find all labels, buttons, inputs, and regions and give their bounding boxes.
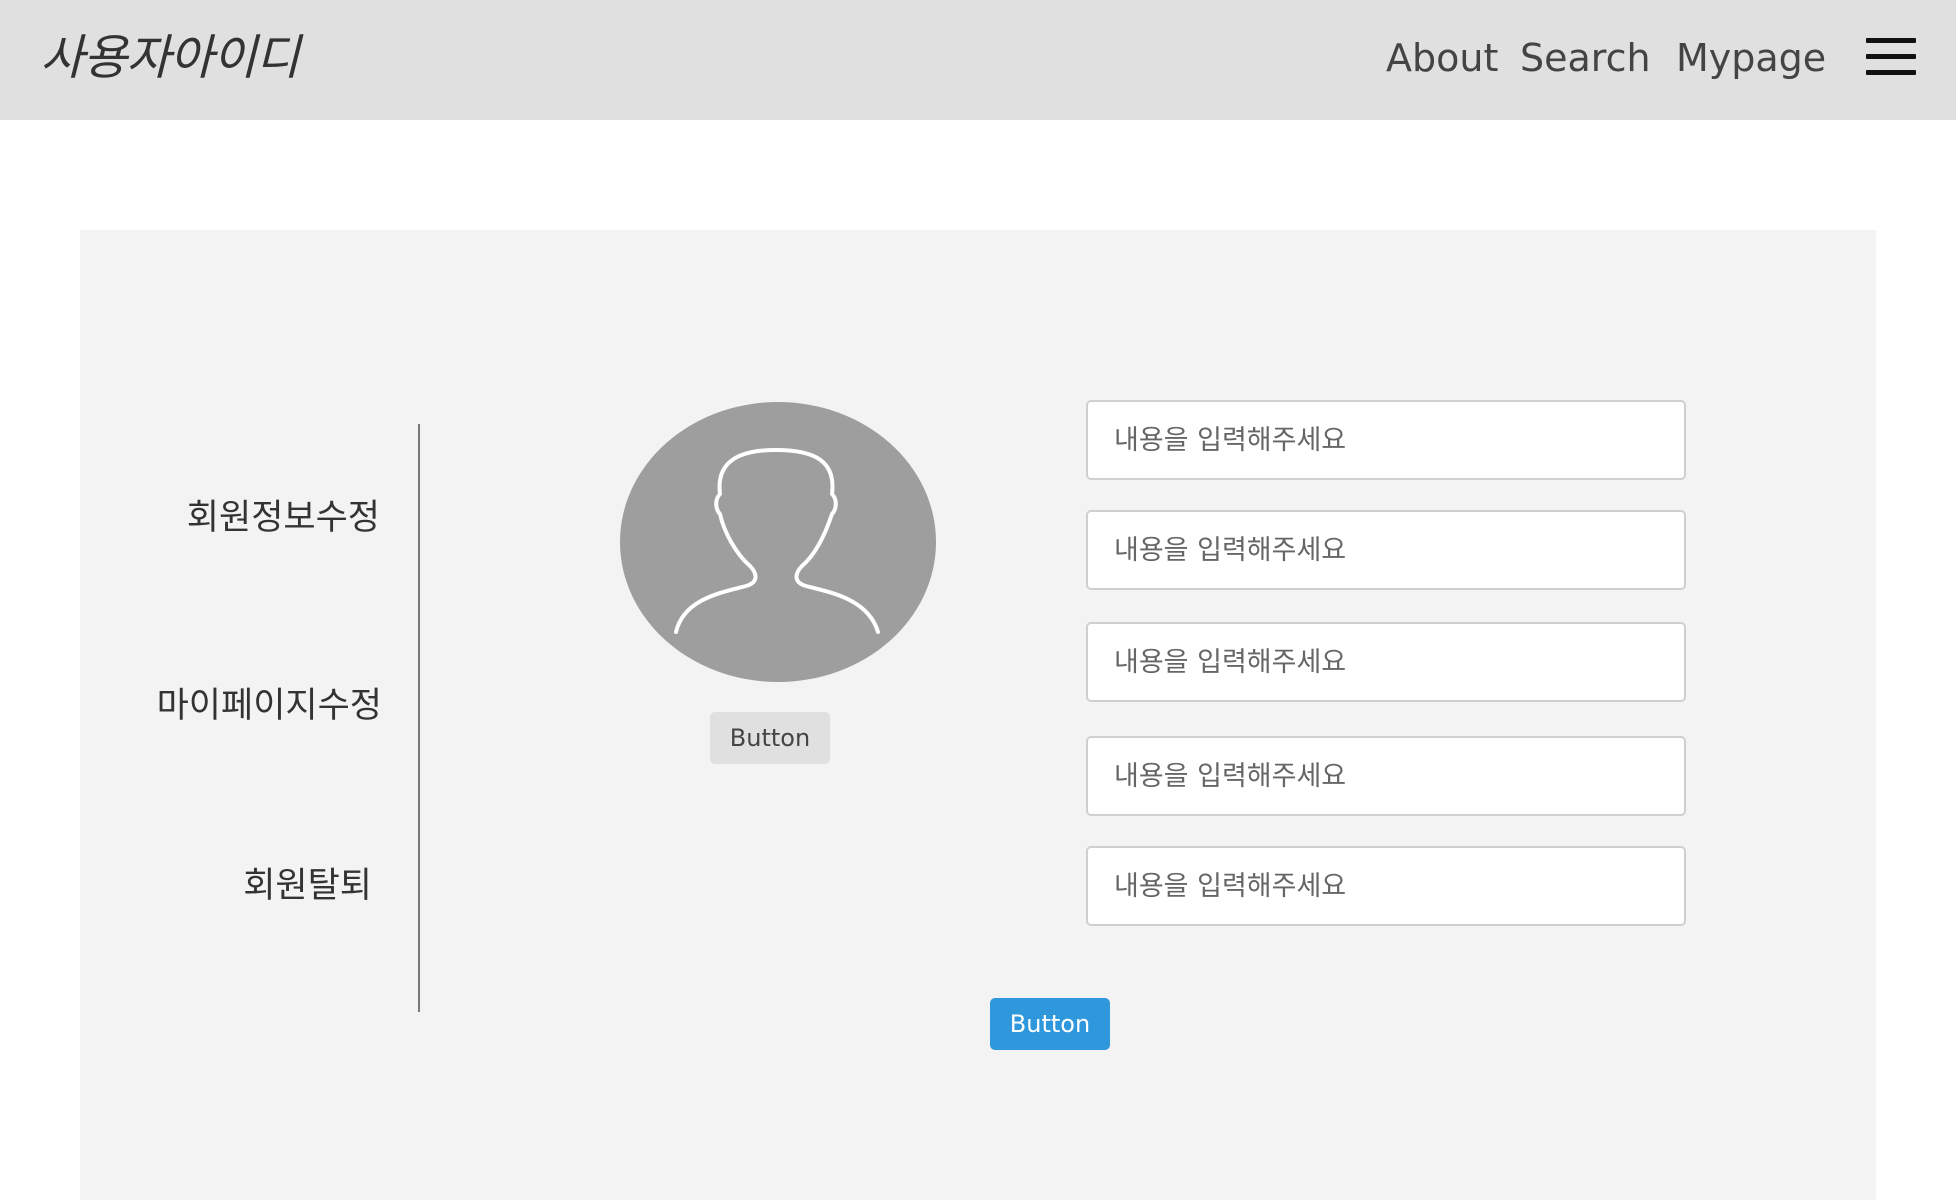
profile-field-5[interactable] <box>1086 846 1686 926</box>
sidebar-item-edit-mypage[interactable]: 마이페이지수정 <box>157 684 382 728</box>
sidebar-divider <box>418 424 420 1012</box>
nav-search-link[interactable]: Search <box>1520 34 1651 82</box>
profile-field-2[interactable] <box>1086 510 1686 590</box>
sidebar-item-edit-member-info[interactable]: 회원정보수정 <box>187 496 380 540</box>
hamburger-menu-icon[interactable] <box>1866 38 1916 76</box>
profile-field-3[interactable] <box>1086 622 1686 702</box>
user-silhouette-icon <box>674 448 880 634</box>
nav-about-link[interactable]: About <box>1386 34 1498 82</box>
sidebar-item-withdraw[interactable]: 회원탈퇴 <box>243 864 372 908</box>
avatar-upload-button[interactable]: Button <box>710 712 830 764</box>
profile-field-4[interactable] <box>1086 736 1686 816</box>
nav-mypage-link[interactable]: Mypage <box>1676 34 1826 82</box>
profile-field-1[interactable] <box>1086 400 1686 480</box>
top-navbar: 사용자아이디 About Search Mypage <box>0 0 1956 120</box>
submit-button[interactable]: Button <box>990 998 1110 1050</box>
profile-avatar <box>620 402 936 682</box>
brand-user-id[interactable]: 사용자아이디 <box>40 28 300 88</box>
